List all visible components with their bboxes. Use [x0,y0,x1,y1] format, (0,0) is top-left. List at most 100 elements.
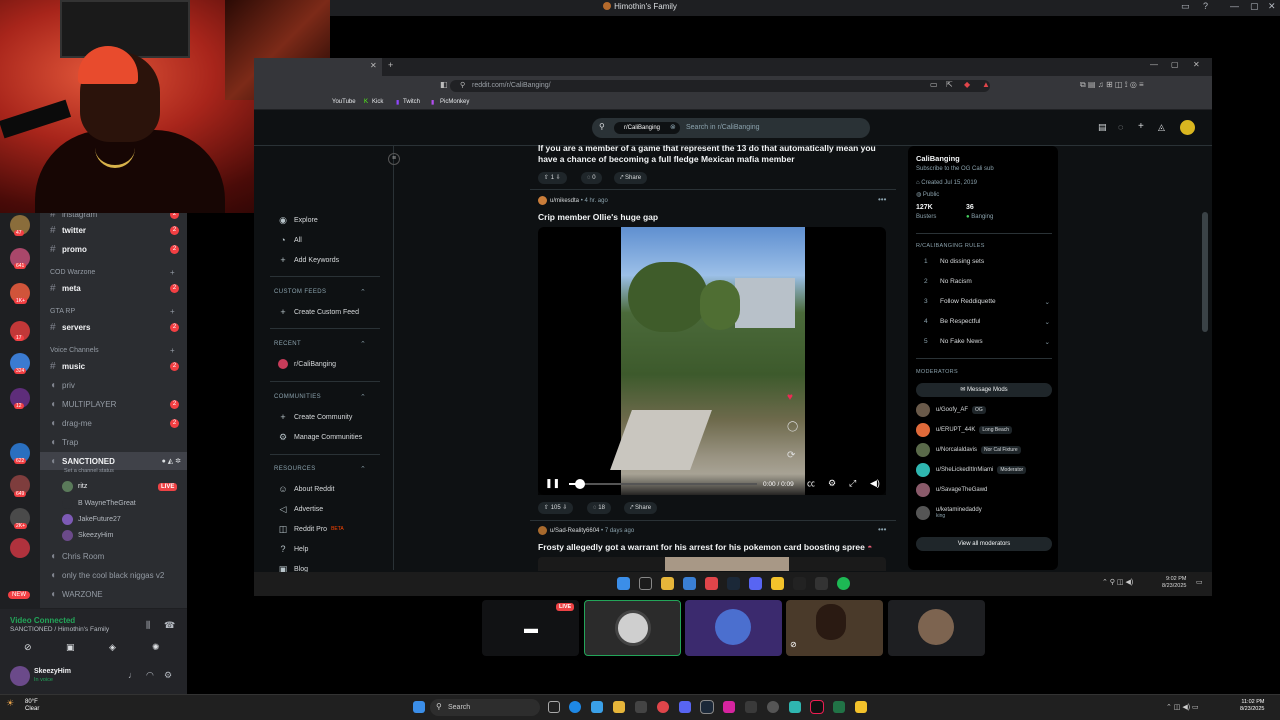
bookmark-picmonkey[interactable]: PicMonkey [440,99,469,105]
moderator-item[interactable]: u/Norcalaldavis Nor Cal Fixture [916,443,1021,457]
post-title[interactable]: If you are a member of a game that repre… [538,143,876,165]
notifications-bell-icon[interactable]: ◬ [1158,122,1165,133]
stream-tile[interactable] [888,600,985,656]
nav-about[interactable]: ☺ About Reddit [278,484,334,494]
rule-item[interactable]: 4 Be Respectful ⌄ [924,318,1050,326]
rule-item[interactable]: 5 No Fake News ⌄ [924,338,1050,346]
brave-shield-icon[interactable]: ◆ [964,80,970,89]
section-recent[interactable]: RECENT [274,341,301,347]
channel-multiplayer[interactable]: ◖ MULTIPLAYER 2 [40,395,187,413]
category-voice[interactable]: Voice Channels [50,347,99,354]
section-resources[interactable]: RESOURCES [274,466,316,472]
settings-gear-icon[interactable]: ⚙ [828,478,836,489]
minimize-icon[interactable]: — [1230,1,1239,11]
nav-help[interactable]: ? Help [278,544,308,554]
moderator-item[interactable]: u/ketaminedaddy king [916,506,982,520]
chevron-down-icon[interactable]: ⌄ [1045,338,1050,346]
chat-icon[interactable]: ◌ [1118,122,1123,132]
app-icon[interactable] [683,577,696,590]
task-view-icon[interactable] [548,701,560,713]
noise-icon[interactable]: ⫼ [146,620,150,631]
close-icon[interactable]: ✕ [1268,1,1276,12]
app-icon[interactable] [745,701,757,713]
voice-actions-icon[interactable]: ● ◭ ✲ [162,457,181,465]
windows-start-icon[interactable] [413,701,425,713]
nav-reddit-pro[interactable]: ◫ Reddit Pro BETA [278,524,344,534]
voice-user[interactable]: B WayneTheGreat [62,496,136,511]
weather-widget[interactable]: 80°F Clear [25,699,39,713]
voice-location[interactable]: SANCTIONED / Himothin's Family [10,626,109,633]
app-icon[interactable] [789,701,801,713]
more-options-icon[interactable]: ••• [878,525,886,534]
channel-promo[interactable]: # promo 2 [40,240,187,258]
install-icon[interactable]: ▭ [930,80,938,89]
fullscreen-icon[interactable]: ⤢ [849,478,856,489]
moderator-item[interactable]: u/Goofy_AF OG [916,403,986,417]
store-icon[interactable] [635,701,647,713]
steam-icon[interactable] [700,700,714,714]
app-icon[interactable] [771,577,784,590]
channel-cool[interactable]: ◖ only the cool black niggas v2 [40,566,187,584]
moderator-item[interactable]: u/SavageTheGawd [916,483,987,497]
nav-explore[interactable]: ◉ Explore [278,215,318,225]
add-channel-icon[interactable]: + [170,268,175,277]
channel-trap[interactable]: ◖ Trap [40,433,187,451]
excel-icon[interactable] [833,701,845,713]
chevron-down-icon[interactable]: ⌄ [1045,318,1050,326]
vote-pill[interactable]: ⇧ 105 ⇩ [538,502,574,514]
help-icon[interactable]: ? [1203,1,1208,11]
bookmark-kick[interactable]: Kick [372,99,383,105]
tray-icons[interactable]: ⌃ ⚲ ◫ ◀) [1102,578,1133,586]
nav-create-custom-feed[interactable]: + Create Custom Feed [278,307,359,317]
app-icon[interactable] [793,577,806,590]
stream-tile[interactable]: ⊘ [786,600,883,656]
file-explorer-icon[interactable] [613,701,625,713]
chevron-up-icon[interactable]: ⌃ [360,288,366,296]
url-field[interactable]: reddit.com/r/CaliBanging/ [450,80,990,92]
nav-all[interactable]: ◔ All [278,235,302,245]
nav-collapse-icon[interactable]: ≡ [388,153,400,165]
nav-add-keywords[interactable]: + Add Keywords [278,255,339,265]
discord-icon[interactable] [679,701,691,713]
extensions-icon[interactable]: ⧉ ▤ ♫ ⊞ ◫ ⟟ ◎ ≡ [1080,80,1144,90]
advertise-icon[interactable]: ▤ [1098,122,1107,133]
share-icon[interactable]: ⇱ [946,80,953,89]
post-title[interactable]: Crip member Ollie's huge gap [538,212,658,223]
discord-icon[interactable] [749,577,762,590]
chevron-up-icon[interactable]: ⌃ [360,393,366,401]
taskbar-search[interactable]: Search [430,699,540,716]
captions-icon[interactable]: ㏄ [807,478,815,489]
nav-create-community[interactable]: + Create Community [278,412,352,422]
tiktok-icon[interactable] [810,700,824,714]
steam-icon[interactable] [727,577,740,590]
bookmark-youtube[interactable]: YouTube [332,99,356,105]
comments-button[interactable]: ◌ 18 [587,502,611,514]
file-explorer-icon[interactable] [661,577,674,590]
brave-icon[interactable] [705,577,718,590]
settings-gear-icon[interactable]: ⚙ [164,670,172,681]
app-icon[interactable] [815,577,828,590]
view-all-moderators-button[interactable]: View all moderators [916,537,1052,551]
comments-button[interactable]: ◌ 0 [581,172,602,184]
channel-servers[interactable]: # servers 2 [40,318,187,336]
site-info-icon[interactable]: ⚲ [460,81,465,89]
section-communities[interactable]: COMMUNITIES [274,394,321,400]
moderator-item[interactable]: u/SheLickedItInMiami Moderator [916,463,1027,477]
rule-item[interactable]: 3 Follow Reddiquette ⌄ [924,298,1050,306]
server-icon[interactable] [10,538,30,558]
channel-priv[interactable]: ◖ priv [40,376,187,394]
bookmark-twitch[interactable]: Twitch [403,99,420,105]
edge-icon[interactable] [569,701,581,713]
avatar[interactable] [10,666,30,686]
channel-twitter[interactable]: # twitter 2 [40,221,187,239]
spotify-icon[interactable] [837,577,850,590]
add-channel-icon[interactable]: + [170,307,175,316]
scrollbar-thumb[interactable] [1202,212,1208,332]
rule-item[interactable]: 2 No Racism [924,278,1050,285]
instagram-icon[interactable] [723,701,735,713]
rewards-icon[interactable]: ▲ [982,80,990,89]
avatar[interactable] [538,526,547,535]
notification-icon[interactable]: ▭ [1196,578,1203,586]
share-button[interactable]: ⤤ Share [614,172,648,184]
nav-recent-subreddit[interactable]: r/CaliBanging [278,359,336,369]
